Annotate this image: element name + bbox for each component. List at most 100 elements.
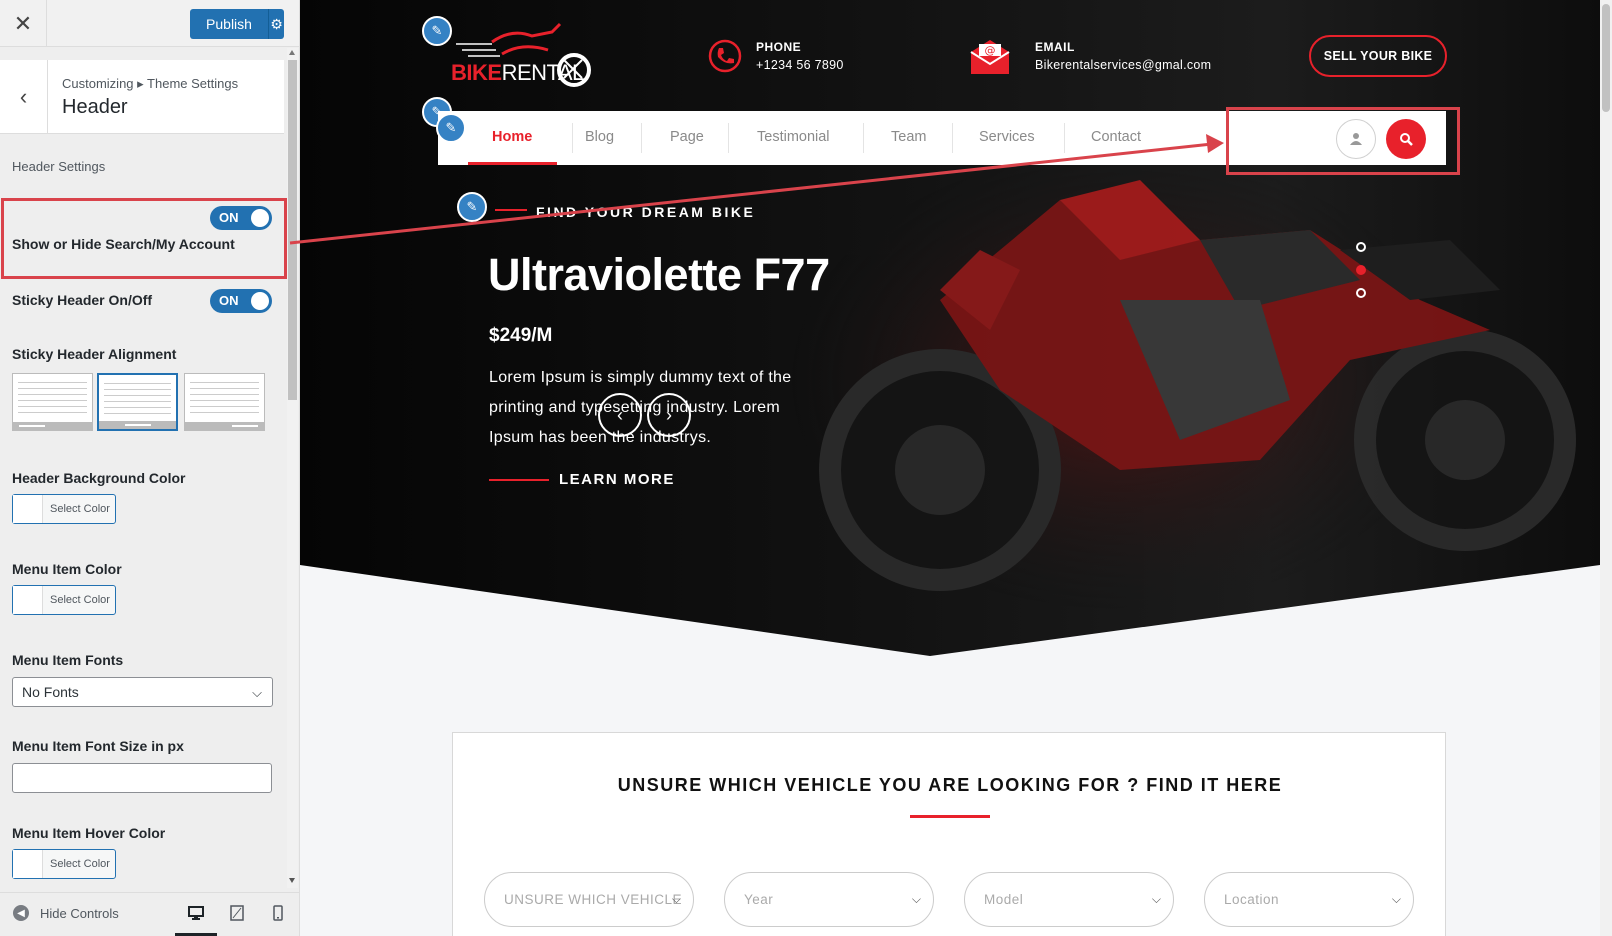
nav-active-indicator [468, 162, 557, 165]
nav-item-page[interactable]: Page [670, 129, 704, 145]
edit-logo-pencil-icon[interactable]: ✎ [422, 16, 452, 46]
sticky-header-toggle[interactable]: ON [210, 289, 272, 313]
bg-color-label: Header Background Color [12, 470, 186, 486]
chevron-down-icon: ⌵ [252, 685, 262, 700]
vehicle-type-select[interactable]: UNSURE WHICH VEHICLE ⌵ [484, 872, 694, 927]
phone-label: PHONE [756, 40, 802, 54]
edit-nav-pencil-icon[interactable]: ✎ [436, 113, 466, 143]
color-swatch [13, 586, 43, 614]
alignment-center-option[interactable] [97, 373, 178, 431]
group-label: Header Settings [12, 159, 106, 174]
mobile-preview-icon[interactable] [268, 903, 288, 923]
menu-hover-color-button[interactable]: Select Color [12, 849, 116, 879]
logo-part2: RENTAL [501, 60, 585, 85]
nav-item-services[interactable]: Services [979, 129, 1035, 145]
desktop-preview-icon[interactable] [186, 903, 206, 923]
slider-dot-3[interactable] [1356, 288, 1366, 298]
location-select[interactable]: Location ⌵ [1204, 872, 1414, 927]
chevron-left-icon: ‹ [617, 404, 623, 425]
select-color-label: Select Color [50, 858, 110, 870]
year-select[interactable]: Year ⌵ [724, 872, 934, 927]
learn-more-link[interactable]: LEARN MORE [559, 471, 675, 488]
section-title: Header [62, 96, 128, 118]
hide-controls-icon[interactable]: ◀ [13, 905, 29, 921]
email-label: EMAIL [1035, 40, 1075, 54]
menu-fonts-select[interactable]: No Fonts ⌵ [12, 677, 273, 707]
chevron-down-icon: ⌵ [671, 892, 681, 906]
menu-hover-color-label: Menu Item Hover Color [12, 825, 166, 841]
search-section-title: UNSURE WHICH VEHICLE YOU ARE LOOKING FOR… [617, 775, 1283, 795]
menu-color-label: Menu Item Color [12, 561, 122, 577]
phone-value: +1234 56 7890 [756, 58, 844, 72]
scroll-up-arrow-icon[interactable] [289, 50, 295, 55]
sticky-header-label: Sticky Header On/Off [12, 292, 153, 308]
select-value: Location [1224, 892, 1280, 907]
hero-price: $249/M [489, 325, 553, 346]
preview-scroll-thumb[interactable] [1602, 4, 1610, 112]
tagline-dash [495, 209, 527, 211]
nav-item-team[interactable]: Team [891, 129, 926, 145]
title-underline [910, 815, 990, 818]
chevron-left-icon: ‹ [19, 84, 28, 109]
sell-your-bike-button[interactable]: SELL YOUR BIKE [1309, 35, 1447, 77]
tablet-preview-icon[interactable] [227, 903, 247, 923]
select-color-label: Select Color [50, 594, 110, 606]
email-icon: @ [970, 40, 1010, 74]
nav-item-contact[interactable]: Contact [1091, 129, 1141, 145]
sidebar-header: ✕ Publish ⚙ [0, 0, 299, 47]
nav-item-home[interactable]: Home [492, 129, 532, 145]
nav-item-testimonial[interactable]: Testimonial [757, 129, 830, 145]
vehicle-search-card: UNSURE WHICH VEHICLE YOU ARE LOOKING FOR… [452, 732, 1446, 936]
close-icon: ✕ [13, 10, 33, 36]
edit-slider-pencil-icon[interactable]: ✎ [457, 192, 487, 222]
chevron-down-icon: ⌵ [911, 892, 921, 906]
select-value: Year [744, 892, 774, 907]
sidebar-footer: ◀ Hide Controls [0, 892, 299, 936]
highlight-box [1, 198, 287, 279]
chevron-down-icon: ⌵ [1151, 892, 1161, 906]
bg-color-button[interactable]: Select Color [12, 494, 116, 524]
highlight-box [1226, 107, 1460, 175]
chevron-down-icon: ⌵ [1391, 892, 1401, 906]
alignment-right-option[interactable] [184, 373, 265, 431]
cta-dash [489, 479, 549, 481]
menu-font-size-input[interactable] [12, 763, 272, 793]
publish-button[interactable]: Publish [190, 9, 268, 39]
slider-dot-1[interactable] [1356, 242, 1366, 252]
hero-title: Ultraviolette F77 [488, 249, 830, 300]
gear-icon: ⚙ [270, 15, 283, 32]
toggle-state: ON [219, 293, 239, 308]
phone-icon [708, 39, 742, 73]
hide-controls-button[interactable]: Hide Controls [40, 906, 119, 921]
color-swatch [13, 495, 43, 523]
site-logo[interactable]: BIKERENTAL [451, 60, 584, 86]
sidebar-scrollbar[interactable] [287, 48, 298, 888]
model-select[interactable]: Model ⌵ [964, 872, 1174, 927]
nav-item-blog[interactable]: Blog [585, 129, 614, 145]
select-value: UNSURE WHICH VEHICLE [504, 892, 683, 907]
svg-text:@: @ [985, 44, 996, 57]
chevron-right-icon: › [666, 404, 672, 425]
slider-dot-2[interactable] [1356, 265, 1366, 275]
site-preview: ✎ BIKERENTAL PHONE +1234 56 7890 @ EMAIL… [300, 0, 1612, 936]
menu-color-button[interactable]: Select Color [12, 585, 116, 615]
select-color-label: Select Color [50, 503, 110, 515]
select-value: Model [984, 892, 1024, 907]
customizer-sidebar: ✕ Publish ⚙ ‹ Customizing ▸ Theme Settin… [0, 0, 300, 936]
preview-scrollbar[interactable] [1600, 0, 1612, 936]
sticky-alignment-label: Sticky Header Alignment [12, 346, 177, 362]
publish-settings-button[interactable]: ⚙ [268, 9, 284, 39]
back-button[interactable]: ‹ [0, 60, 48, 134]
slider-next-button[interactable]: › [647, 393, 691, 437]
close-customizer-button[interactable]: ✕ [0, 0, 47, 47]
alignment-left-option[interactable] [12, 373, 93, 431]
email-value: Bikerentalservices@gmal.com [1035, 58, 1212, 72]
slider-prev-button[interactable]: ‹ [598, 393, 642, 437]
menu-fonts-value: No Fonts [22, 684, 79, 700]
sidebar-scroll-thumb[interactable] [288, 60, 297, 400]
section-title-box: ‹ Customizing ▸ Theme Settings Header [0, 60, 284, 134]
logo-part1: BIKE [451, 60, 502, 85]
toggle-knob [251, 292, 269, 310]
scroll-down-arrow-icon[interactable] [289, 878, 295, 883]
breadcrumb: Customizing ▸ Theme Settings [62, 76, 239, 91]
